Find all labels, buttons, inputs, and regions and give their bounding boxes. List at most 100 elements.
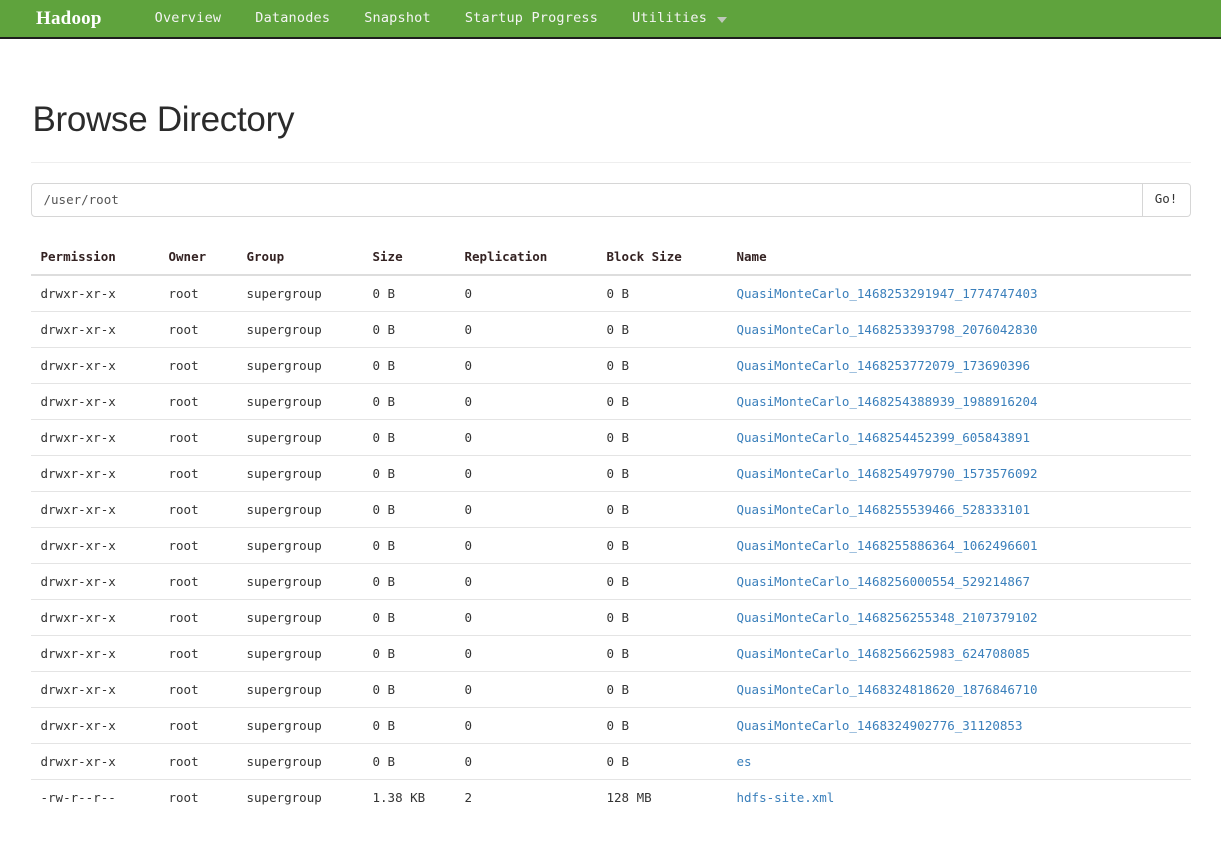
hadoop-brand[interactable]: Hadoop xyxy=(36,9,102,28)
cell-group: supergroup xyxy=(238,418,365,455)
cell-replication: 0 xyxy=(464,285,473,301)
column-header-name[interactable]: Name xyxy=(728,248,1191,276)
cell-group: supergroup xyxy=(238,526,365,563)
cell-permission: drwxr-xr-x xyxy=(30,742,161,779)
cell-owner: root xyxy=(160,346,239,383)
cell-group: supergroup xyxy=(238,346,365,383)
cell-size: 0 B xyxy=(364,634,457,671)
file-name-link[interactable]: QuasiMonteCarlo_1468256255348_2107379102 xyxy=(737,610,1038,625)
cell-replication: 0 xyxy=(456,706,599,743)
cell-replication: 0 xyxy=(456,418,599,455)
cell-block-size: 0 B xyxy=(598,562,729,599)
column-header-replication[interactable]: Replication xyxy=(456,248,599,276)
navbar-item-snapshot[interactable]: Snapshot xyxy=(347,11,448,26)
file-name-link[interactable]: QuasiMonteCarlo_1468254388939_1988916204 xyxy=(737,394,1038,409)
cell-name: hdfs-site.xml xyxy=(728,778,1191,815)
cell-permission: drwxr-xr-x xyxy=(30,490,161,527)
cell-name: QuasiMonteCarlo_1468253393798_2076042830 xyxy=(728,310,1191,347)
cell-permission: drwxr-xr-x xyxy=(30,346,161,383)
cell-owner: root xyxy=(160,598,239,635)
file-name-link[interactable]: QuasiMonteCarlo_1468253291947_1774747403 xyxy=(737,286,1038,301)
cell-block-size: 0 B xyxy=(606,285,630,301)
cell-block-size: 0 B xyxy=(598,418,729,455)
file-name-link[interactable]: QuasiMonteCarlo_1468324818620_1876846710 xyxy=(737,682,1038,697)
column-header-owner[interactable]: Owner xyxy=(160,248,239,276)
cell-owner: root xyxy=(160,310,239,347)
cell-block-size: 0 B xyxy=(598,490,729,527)
table-row: drwxr-xr-x root supergroup 0 B00 B QuasiMont… xyxy=(30,634,1191,671)
cell-group: supergroup xyxy=(238,670,365,707)
cell-group: supergroup xyxy=(238,490,365,527)
cell-block-size: 0 B xyxy=(598,382,729,419)
page-container: Browse Directory Go! Permission Owner Gr… xyxy=(30,100,1191,815)
file-name-link[interactable]: hdfs-site.xml xyxy=(737,790,835,805)
table-body: drwxr-xr-x root supergroup 0 B00 B QuasiMont… xyxy=(30,275,1191,815)
navbar-links: Overview Datanodes Snapshot Startup Progres… xyxy=(138,11,728,26)
cell-permission: drwxr-xr-x xyxy=(30,562,161,599)
cell-replication: 0 xyxy=(456,634,599,671)
cell-replication: 0 xyxy=(456,742,599,779)
cell-size: 0 B xyxy=(364,526,457,563)
cell-owner: root xyxy=(160,562,239,599)
cell-block-size: 0 B xyxy=(598,670,729,707)
column-header-block-size[interactable]: Block Size xyxy=(598,248,729,276)
cell-owner: root xyxy=(160,706,239,743)
cell-replication: 2 xyxy=(456,778,599,815)
go-button[interactable]: Go! xyxy=(1142,182,1191,217)
table-head: Permission Owner Group Size Replication … xyxy=(30,248,1191,276)
page-title: Browse Directory xyxy=(32,100,295,139)
cell-owner: root xyxy=(160,778,239,815)
cell-owner: root xyxy=(160,490,239,527)
title-divider xyxy=(30,161,1191,163)
file-name-link[interactable]: QuasiMonteCarlo_1468256625983_624708085 xyxy=(737,646,1031,661)
cell-permission: drwxr-xr-x xyxy=(30,382,161,419)
cell-name: QuasiMonteCarlo_1468256000554_529214867 xyxy=(728,562,1191,599)
cell-replication: 0 xyxy=(456,310,599,347)
cell-name: es xyxy=(728,742,1191,779)
cell-name: QuasiMonteCarlo_1468256625983_624708085 xyxy=(728,634,1191,671)
cell-size: 0 B xyxy=(372,285,396,301)
table-row: drwxr-xr-x root supergroup 0 B00 B QuasiMont… xyxy=(30,382,1191,419)
table-row: drwxr-xr-x root supergroup 0 B00 B QuasiMont… xyxy=(30,490,1191,527)
cell-size: 0 B xyxy=(364,598,457,635)
column-header-size[interactable]: Size xyxy=(364,248,457,276)
cell-group: supergroup xyxy=(238,598,365,635)
directory-path-input[interactable] xyxy=(30,182,1143,217)
file-name-link[interactable]: QuasiMonteCarlo_1468253393798_2076042830 xyxy=(737,322,1038,337)
file-name-link[interactable]: QuasiMonteCarlo_1468254452399_605843891 xyxy=(737,430,1031,445)
cell-replication: 0 xyxy=(456,454,599,491)
file-name-link[interactable]: QuasiMonteCarlo_1468256000554_529214867 xyxy=(737,574,1031,589)
cell-name: QuasiMonteCarlo_1468254979790_1573576092 xyxy=(728,454,1191,491)
navbar-item-utilities[interactable]: Utilities xyxy=(615,11,728,26)
cell-permission: -rw-r--r-- xyxy=(30,778,161,815)
cell-owner: root xyxy=(160,418,239,455)
cell-owner: root xyxy=(168,285,199,301)
navbar-link-label[interactable]: Utilities xyxy=(615,11,724,26)
cell-group: supergroup xyxy=(238,778,365,815)
cell-group: supergroup xyxy=(238,706,365,743)
cell-size: 0 B xyxy=(364,310,457,347)
file-name-link[interactable]: QuasiMonteCarlo_1468324902776_31120853 xyxy=(737,718,1023,733)
cell-permission: drwxr-xr-x xyxy=(30,598,161,635)
cell-size: 0 B xyxy=(364,346,457,383)
cell-replication: 0 xyxy=(456,382,599,419)
navbar-item-overview[interactable]: Overview xyxy=(138,11,239,26)
cell-size: 0 B xyxy=(364,418,457,455)
navbar-item-datanodes[interactable]: Datanodes xyxy=(238,11,347,26)
table-row: drwxr-xr-x root supergroup 0 B00 B QuasiMont… xyxy=(31,275,1191,312)
column-header-permission[interactable]: Permission xyxy=(30,248,161,276)
file-name-link[interactable]: es xyxy=(737,754,752,769)
navbar-item-startup-progress[interactable]: Startup Progress xyxy=(448,11,615,26)
cell-size: 0 B xyxy=(364,742,457,779)
cell-block-size: 0 B xyxy=(598,346,729,383)
file-name-link[interactable]: QuasiMonteCarlo_1468254979790_1573576092 xyxy=(737,466,1038,481)
cell-owner: root xyxy=(160,526,239,563)
file-name-link[interactable]: QuasiMonteCarlo_1468255539466_528333101 xyxy=(737,502,1031,517)
file-name-link[interactable]: QuasiMonteCarlo_1468253772079_173690396 xyxy=(737,358,1031,373)
column-header-group[interactable]: Group xyxy=(238,248,365,276)
file-name-link[interactable]: QuasiMonteCarlo_1468255886364_1062496601 xyxy=(737,538,1038,553)
table-row: drwxr-xr-x root supergroup 0 B00 B QuasiMont… xyxy=(30,706,1191,743)
cell-size: 0 B xyxy=(364,670,457,707)
cell-replication: 0 xyxy=(456,562,599,599)
cell-name: QuasiMonteCarlo_1468254452399_605843891 xyxy=(728,418,1191,455)
